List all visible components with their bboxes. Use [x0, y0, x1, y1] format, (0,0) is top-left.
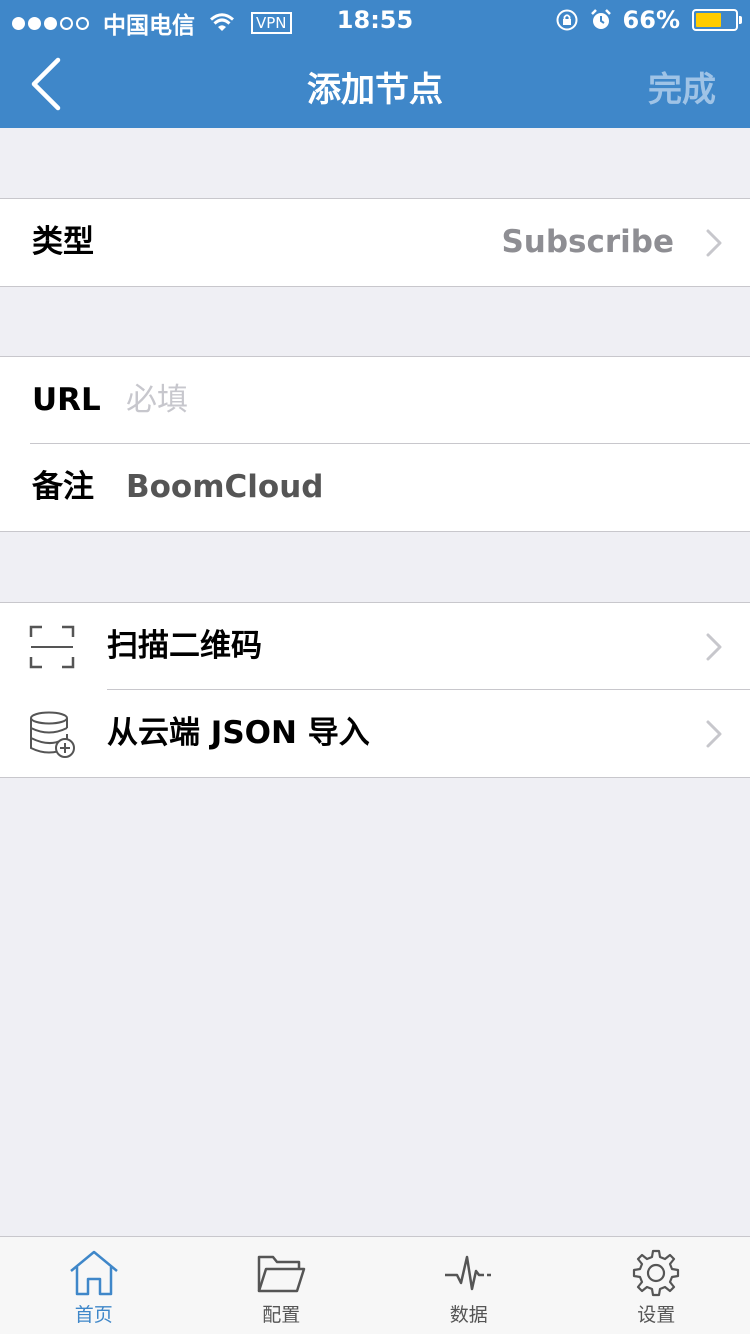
- page-title: 添加节点: [307, 70, 443, 110]
- tab-label: 数据: [449, 1304, 488, 1326]
- type-label: 类型: [32, 224, 94, 260]
- battery-icon: [692, 9, 742, 31]
- scan-qr-label: 扫描二维码: [107, 628, 262, 664]
- actions-group: 扫描二维码 从云端 JSON 导入: [0, 602, 750, 778]
- import-json-label: 从云端 JSON 导入: [107, 715, 370, 751]
- chevron-right-icon: [706, 229, 722, 257]
- alarm-icon: [590, 9, 611, 29]
- orientation-lock-icon: [556, 9, 578, 31]
- fields-group: URL 备注: [0, 356, 750, 532]
- type-value: Subscribe: [501, 224, 674, 260]
- tab-bar: 首页 配置 数据 设置: [0, 1236, 750, 1334]
- note-input[interactable]: [126, 464, 716, 510]
- status-bar: 中国电信 VPN 18:55 66%: [0, 0, 750, 40]
- url-row: URL: [0, 357, 750, 444]
- done-button[interactable]: 完成: [648, 62, 716, 111]
- folder-icon: [258, 1255, 306, 1293]
- type-group: 类型 Subscribe: [0, 198, 750, 287]
- scan-qr-row[interactable]: 扫描二维码: [0, 603, 750, 690]
- tab-label: 配置: [262, 1304, 301, 1326]
- scan-qr-icon: [29, 625, 75, 669]
- tab-label: 设置: [637, 1304, 676, 1326]
- type-row[interactable]: 类型 Subscribe: [0, 199, 750, 286]
- database-add-icon: [30, 711, 75, 758]
- note-label: 备注: [32, 469, 94, 505]
- url-input[interactable]: [126, 377, 716, 423]
- header: 中国电信 VPN 18:55 66% 添加节点 完成: [0, 0, 750, 128]
- tab-label: 首页: [74, 1304, 113, 1326]
- tab-home[interactable]: 首页: [0, 1237, 188, 1334]
- url-label: URL: [32, 382, 101, 418]
- note-row: 备注: [0, 444, 750, 531]
- battery-level: [696, 13, 722, 27]
- pulse-icon: [444, 1255, 491, 1291]
- import-json-row[interactable]: 从云端 JSON 导入: [0, 690, 750, 777]
- home-icon: [69, 1250, 118, 1296]
- chevron-right-icon: [706, 633, 722, 661]
- battery-percent: 66%: [622, 6, 680, 34]
- tab-settings[interactable]: 设置: [563, 1237, 750, 1334]
- tab-config[interactable]: 配置: [188, 1237, 376, 1334]
- chevron-right-icon: [706, 720, 722, 748]
- gear-icon: [633, 1249, 680, 1297]
- nav-bar: 添加节点 完成: [0, 40, 750, 128]
- tab-data[interactable]: 数据: [375, 1237, 563, 1334]
